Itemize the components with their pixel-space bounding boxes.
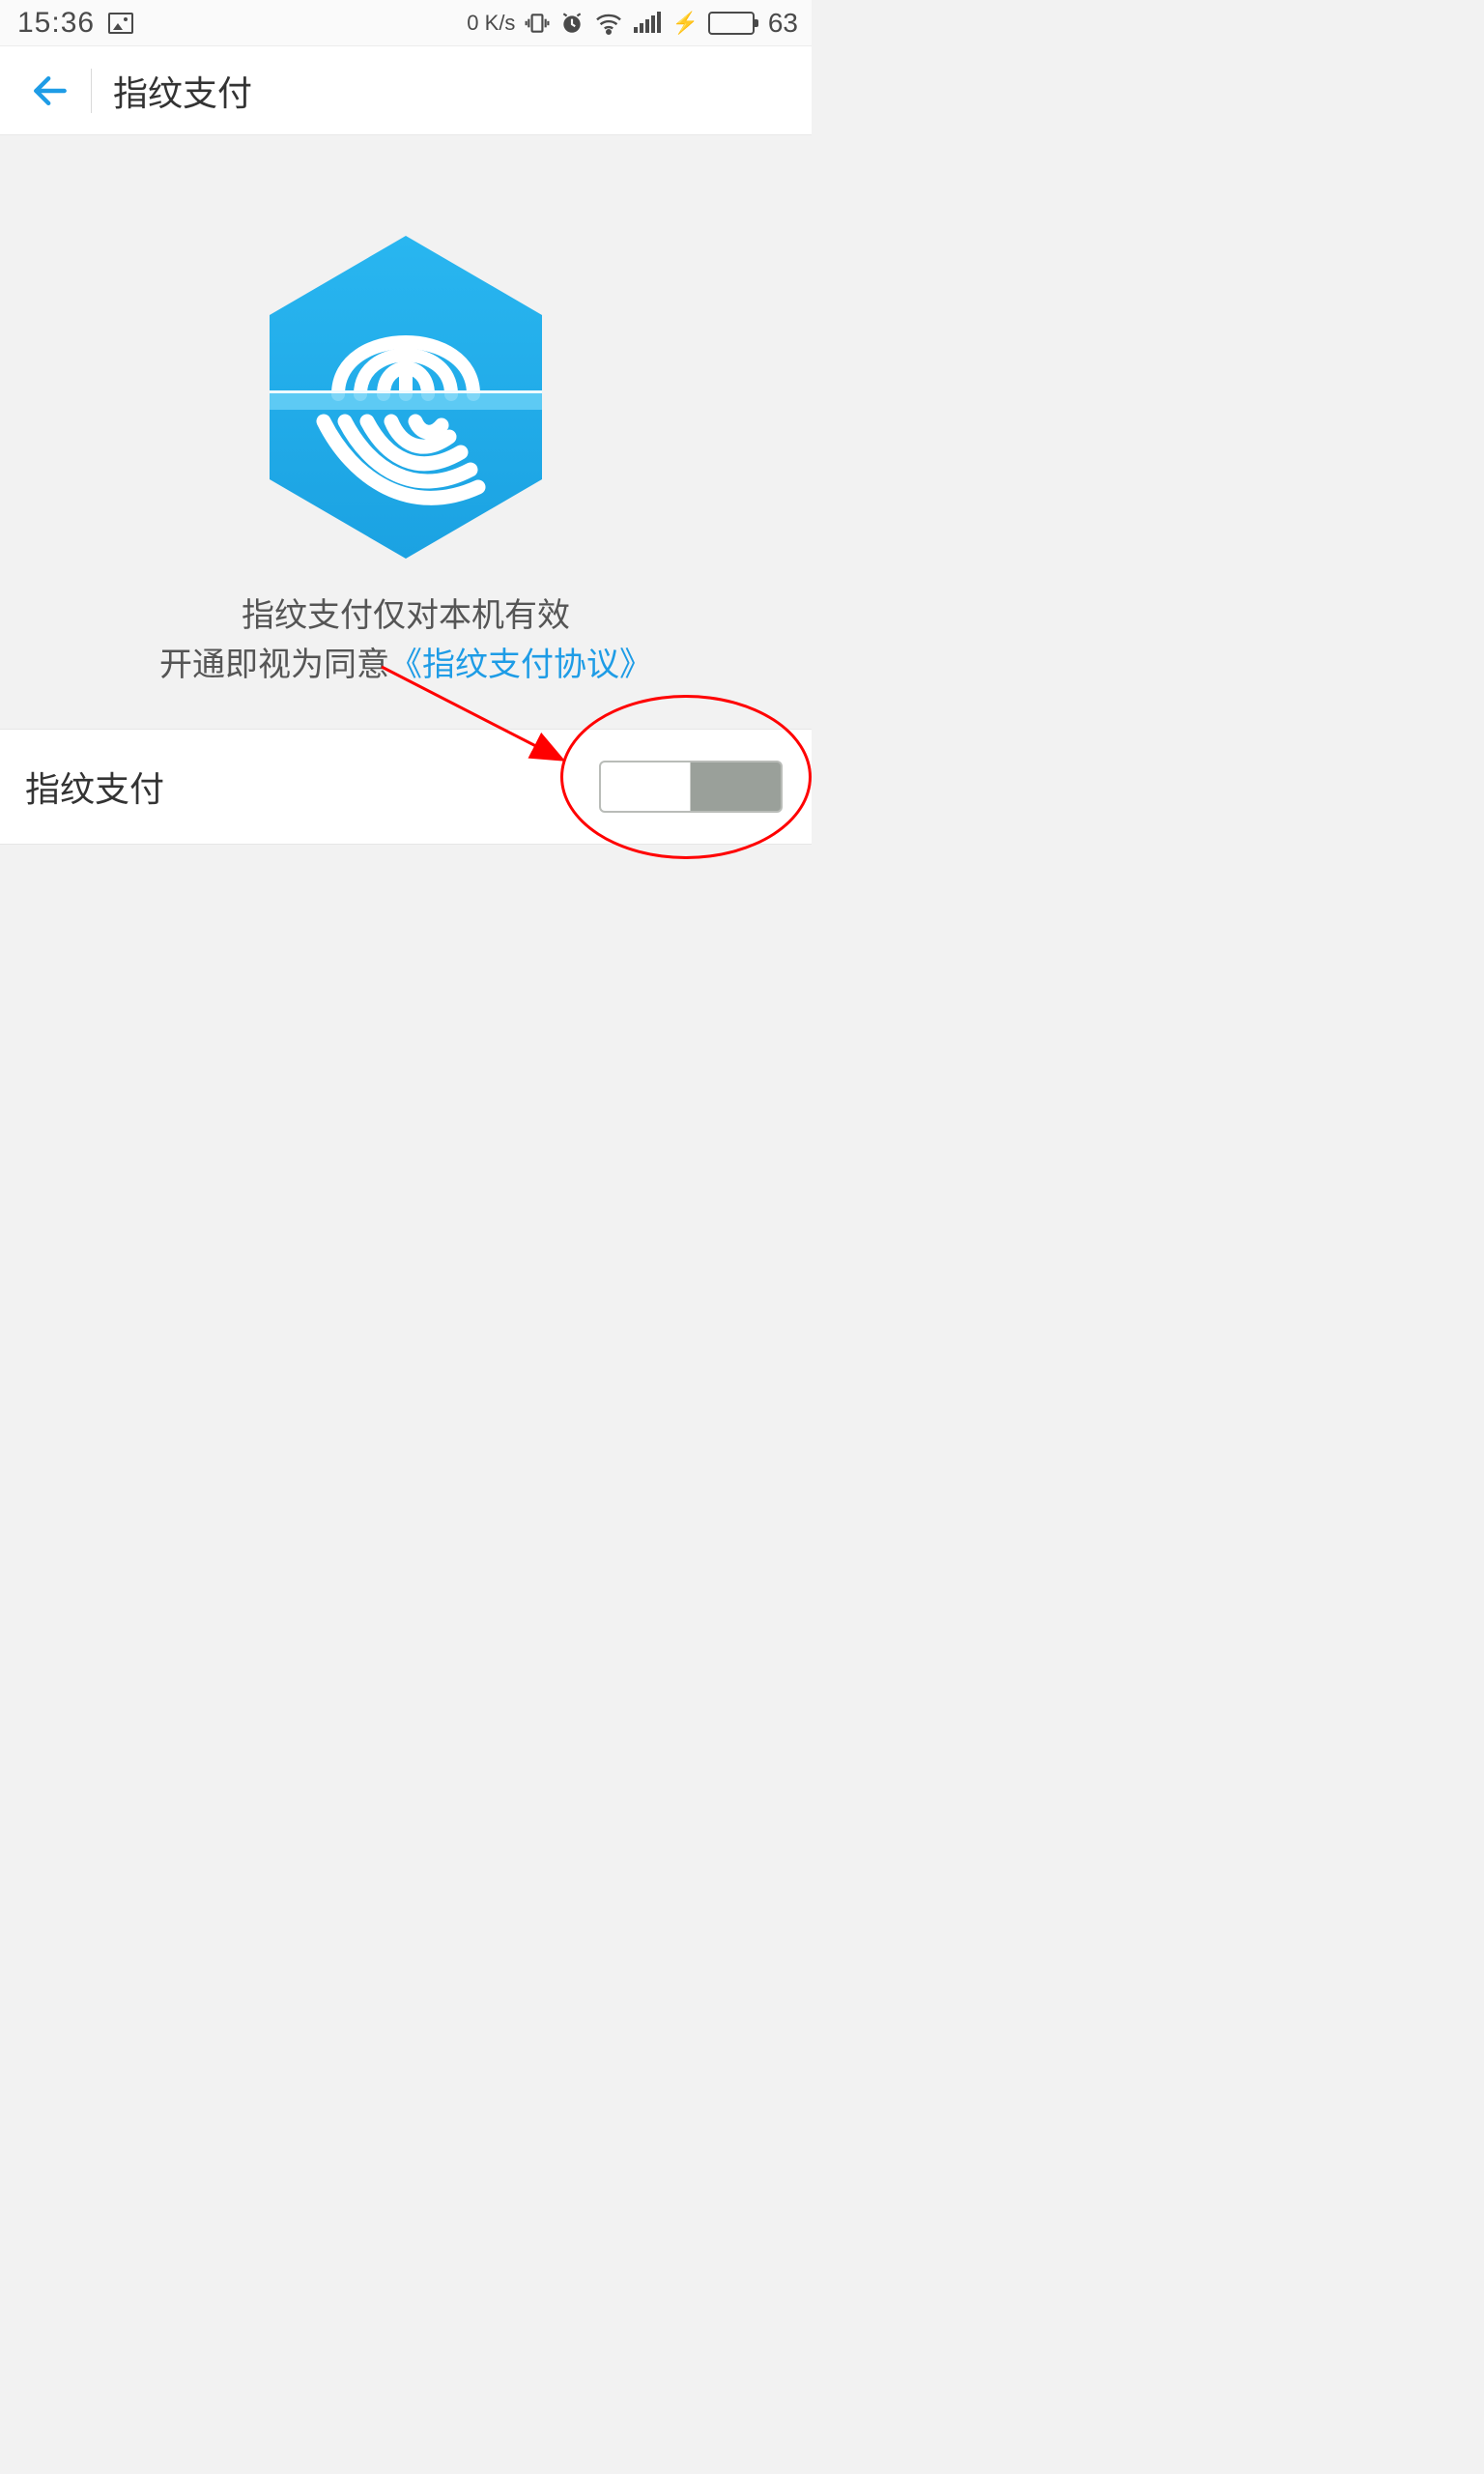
status-right: 0 K/s xyxy=(467,8,798,39)
vibrate-icon xyxy=(525,11,550,36)
content: 指纹支付仅对本机有效 开通即视为同意《指纹支付协议》 指纹支付 xyxy=(0,135,812,845)
back-button[interactable] xyxy=(21,62,79,120)
toggle-knob xyxy=(601,762,691,811)
image-icon xyxy=(108,13,133,34)
annotation-arrow xyxy=(377,662,589,788)
illustration-area: 指纹支付仅对本机有效 开通即视为同意《指纹支付协议》 xyxy=(0,135,812,729)
fingerprint-toggle[interactable] xyxy=(599,761,783,813)
back-arrow-icon xyxy=(29,70,71,112)
status-left: 15:36 xyxy=(17,7,133,40)
desc-line-1: 指纹支付仅对本机有效 xyxy=(159,591,652,641)
nav-header: 指纹支付 xyxy=(0,46,812,135)
battery-icon xyxy=(708,12,755,35)
charging-icon: ⚡ xyxy=(671,11,698,36)
alarm-icon xyxy=(559,11,585,36)
network-speed: 0 K/s xyxy=(467,11,515,36)
page-title: 指纹支付 xyxy=(113,66,252,116)
wifi-icon xyxy=(594,12,623,35)
toggle-label: 指纹支付 xyxy=(25,762,164,812)
header-divider xyxy=(91,69,92,113)
battery-percent: 63 xyxy=(768,8,798,39)
status-time: 15:36 xyxy=(17,7,95,40)
fingerprint-hexagon-icon xyxy=(256,228,556,566)
status-bar: 15:36 0 K/s xyxy=(0,0,812,46)
desc-line-2-prefix: 开通即视为同意 xyxy=(159,647,389,683)
fingerprint-toggle-row: 指纹支付 xyxy=(0,729,812,845)
signal-icon xyxy=(633,12,662,35)
